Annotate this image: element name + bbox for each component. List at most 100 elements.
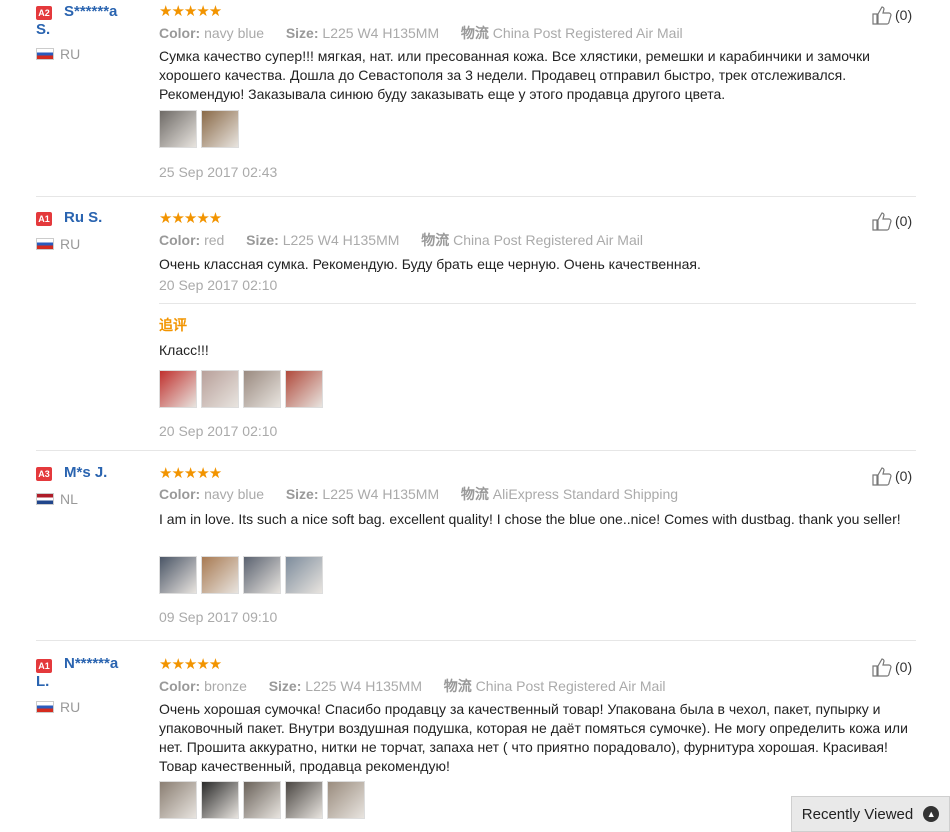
review-photos: [159, 781, 365, 819]
reviewer-name-continued[interactable]: L.: [36, 673, 49, 691]
helpful-button[interactable]: (0): [871, 466, 912, 486]
additional-review-date: 20 Sep 2017 02:10: [159, 423, 278, 439]
shipping-value: AliExpress Standard Shipping: [492, 486, 679, 502]
review-photos: [159, 110, 239, 148]
russia-flag-icon: [36, 48, 54, 60]
helpful-count: (0): [895, 468, 913, 484]
helpful-button[interactable]: (0): [871, 657, 912, 677]
review-meta: Color: red Size: L225 W4 H135MM 物流 China…: [159, 231, 643, 249]
helpful-count: (0): [895, 213, 913, 229]
recently-viewed-label: Recently Viewed: [801, 805, 914, 823]
netherlands-flag-icon: [36, 493, 54, 505]
reviewer-name-continued[interactable]: S.: [36, 21, 50, 39]
color-label: Color:: [159, 25, 201, 41]
size-value: L225 W4 H135MM: [282, 232, 400, 248]
helpful-count: (0): [895, 7, 913, 23]
color-value: navy blue: [204, 486, 265, 502]
review-divider: [36, 640, 916, 641]
review-meta: Color: navy blue Size: L225 W4 H135MM 物流…: [159, 485, 678, 503]
additional-review-divider: [159, 303, 916, 304]
review-photo-thumbnail[interactable]: [201, 370, 239, 408]
review-text: Очень хорошая сумочка! Спасибо продавцу …: [159, 701, 908, 774]
size-value: L225 W4 H135MM: [322, 486, 440, 502]
shipping-value: China Post Registered Air Mail: [492, 25, 683, 41]
chevron-up-icon: ▲: [923, 806, 940, 822]
reviewer-country: RU: [36, 699, 80, 715]
star-rating: ★★★★★: [159, 656, 222, 673]
shipping-label: 物流: [460, 486, 489, 502]
review-photo-thumbnail[interactable]: [201, 556, 239, 594]
color-label: Color:: [159, 678, 201, 694]
size-label: Size:: [285, 486, 319, 502]
size-label: Size:: [268, 678, 302, 694]
thumbs-up-icon: [872, 212, 892, 231]
buyer-level-badge: A3: [36, 467, 52, 481]
star-rating: ★★★★★: [159, 210, 222, 227]
country-code: RU: [60, 236, 81, 252]
review-photo-thumbnail[interactable]: [285, 370, 323, 408]
additional-review-text: Класс!!!: [159, 342, 209, 358]
size-label: Size:: [285, 25, 319, 41]
review-photo-thumbnail[interactable]: [243, 556, 281, 594]
buyer-level-badge: A2: [36, 6, 52, 20]
review-divider: [36, 450, 916, 451]
review-photo-thumbnail[interactable]: [159, 781, 197, 819]
color-value: bronze: [204, 678, 247, 694]
thumbs-up-icon: [872, 6, 892, 25]
additional-review-label: 追评: [159, 317, 187, 333]
review-text: Сумка качество супер!!! мягкая, нат. или…: [159, 48, 870, 102]
review-photo-thumbnail[interactable]: [327, 781, 365, 819]
review-photo-thumbnail[interactable]: [159, 370, 197, 408]
review-photo-thumbnail[interactable]: [201, 110, 239, 148]
review-date: 20 Sep 2017 02:10: [159, 277, 278, 293]
review-date: 25 Sep 2017 02:43: [159, 164, 278, 180]
shipping-label: 物流: [421, 232, 450, 248]
country-code: NL: [60, 491, 78, 507]
buyer-level-badge: A1: [36, 212, 52, 226]
country-code: RU: [60, 699, 81, 715]
reviewer-country: RU: [36, 46, 80, 62]
review-photo-thumbnail[interactable]: [243, 370, 281, 408]
helpful-button[interactable]: (0): [871, 5, 912, 25]
country-code: RU: [60, 46, 81, 62]
review-meta: Color: navy blue Size: L225 W4 H135MM 物流…: [159, 24, 683, 42]
review-photo-thumbnail[interactable]: [285, 556, 323, 594]
reviewer-name[interactable]: N******a: [64, 655, 118, 673]
review-photo-thumbnail[interactable]: [243, 781, 281, 819]
reviewer-country: RU: [36, 236, 80, 252]
buyer-level-badge: A1: [36, 659, 52, 673]
review-photo-thumbnail[interactable]: [201, 781, 239, 819]
star-rating: ★★★★★: [159, 465, 222, 482]
shipping-value: China Post Registered Air Mail: [475, 678, 666, 694]
reviewer-name[interactable]: M*s J.: [64, 464, 107, 482]
review-meta: Color: bronze Size: L225 W4 H135MM 物流 Ch…: [159, 677, 666, 695]
shipping-label: 物流: [460, 25, 489, 41]
helpful-count: (0): [895, 659, 913, 675]
helpful-button[interactable]: (0): [871, 211, 912, 231]
review-photo-thumbnail[interactable]: [159, 110, 197, 148]
thumbs-up-icon: [872, 467, 892, 486]
size-value: L225 W4 H135MM: [305, 678, 422, 694]
reviewer-name[interactable]: Ru S.: [64, 209, 102, 227]
shipping-value: China Post Registered Air Mail: [453, 232, 643, 248]
review-divider: [36, 196, 916, 197]
color-label: Color:: [159, 232, 201, 248]
review-date: 09 Sep 2017 09:10: [159, 609, 278, 625]
reviewer-country: NL: [36, 491, 78, 507]
thumbs-up-icon: [872, 658, 892, 677]
color-value: navy blue: [204, 25, 265, 41]
recently-viewed-button[interactable]: Recently Viewed ▲: [791, 796, 950, 832]
additional-review-photos: [159, 370, 323, 408]
review-photo-thumbnail[interactable]: [285, 781, 323, 819]
star-rating: ★★★★★: [159, 3, 222, 20]
review-text: I am in love. Its such a nice soft bag. …: [159, 511, 901, 527]
size-value: L225 W4 H135MM: [322, 25, 440, 41]
review-text: Очень классная сумка. Рекомендую. Буду б…: [159, 256, 701, 272]
review-photo-thumbnail[interactable]: [159, 556, 197, 594]
shipping-label: 物流: [443, 678, 472, 694]
reviewer-name[interactable]: S******a: [64, 3, 117, 21]
color-value: red: [204, 232, 225, 248]
color-label: Color:: [159, 486, 201, 502]
size-label: Size:: [246, 232, 279, 248]
russia-flag-icon: [36, 238, 54, 250]
